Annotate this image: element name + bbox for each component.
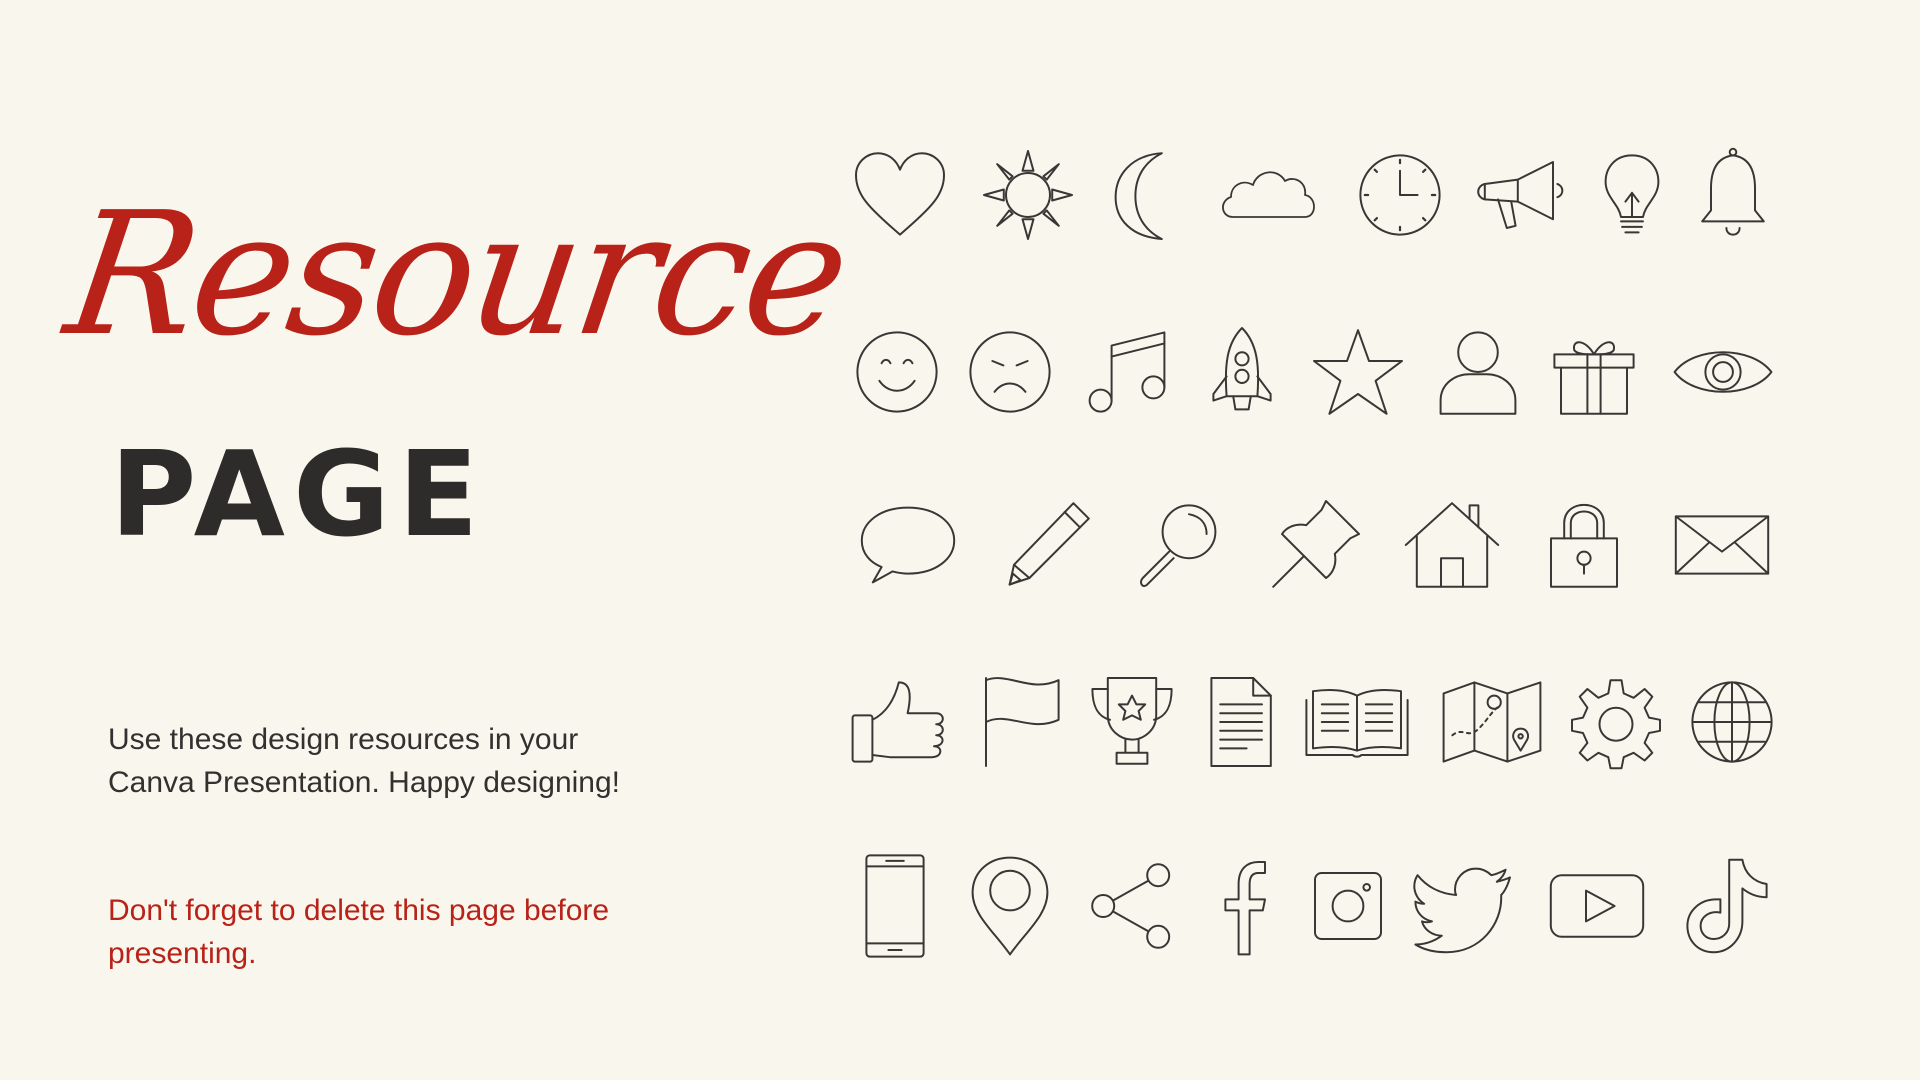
globe-icon	[1677, 667, 1787, 777]
description-text: Use these design resources in your Canva…	[108, 723, 620, 799]
moon-icon	[1087, 140, 1197, 250]
speech-bubble-icon	[853, 490, 963, 600]
bell-icon	[1678, 140, 1788, 250]
megaphone-icon	[1465, 140, 1575, 250]
share-icon	[1079, 851, 1189, 961]
reminder-note: Don't forget to delete this page before …	[108, 894, 610, 970]
tiktok-icon	[1672, 851, 1782, 961]
flag-icon	[964, 667, 1074, 777]
location-pin-icon	[955, 851, 1065, 961]
envelope-icon	[1667, 490, 1777, 600]
music-note-icon	[1072, 317, 1182, 427]
facebook-icon	[1188, 851, 1298, 961]
youtube-icon	[1542, 851, 1652, 961]
rocket-icon	[1187, 317, 1297, 427]
gear-icon	[1561, 667, 1671, 777]
sad-face-icon	[955, 317, 1065, 427]
smartphone-icon	[840, 851, 950, 961]
smile-icon	[842, 317, 952, 427]
map-icon	[1437, 667, 1547, 777]
open-book-icon	[1302, 667, 1412, 777]
heart-icon	[845, 140, 955, 250]
gift-icon	[1539, 317, 1649, 427]
pushpin-icon	[1260, 490, 1370, 600]
title-script: Resource	[56, 176, 857, 374]
sun-icon	[973, 140, 1083, 250]
cloud-icon	[1213, 140, 1323, 250]
house-icon	[1397, 490, 1507, 600]
pencil-icon	[992, 490, 1102, 600]
lock-icon	[1529, 490, 1639, 600]
star-icon	[1303, 317, 1413, 427]
instagram-icon	[1293, 851, 1403, 961]
lightbulb-icon	[1577, 140, 1687, 250]
title-block: PAGE	[110, 425, 487, 563]
magnifier-icon	[1123, 490, 1233, 600]
eye-icon	[1668, 317, 1778, 427]
user-icon	[1423, 317, 1533, 427]
clock-icon	[1345, 140, 1455, 250]
document-icon	[1185, 667, 1295, 777]
trophy-icon	[1077, 667, 1187, 777]
thumbs-up-icon	[846, 667, 956, 777]
twitter-icon	[1411, 851, 1521, 961]
